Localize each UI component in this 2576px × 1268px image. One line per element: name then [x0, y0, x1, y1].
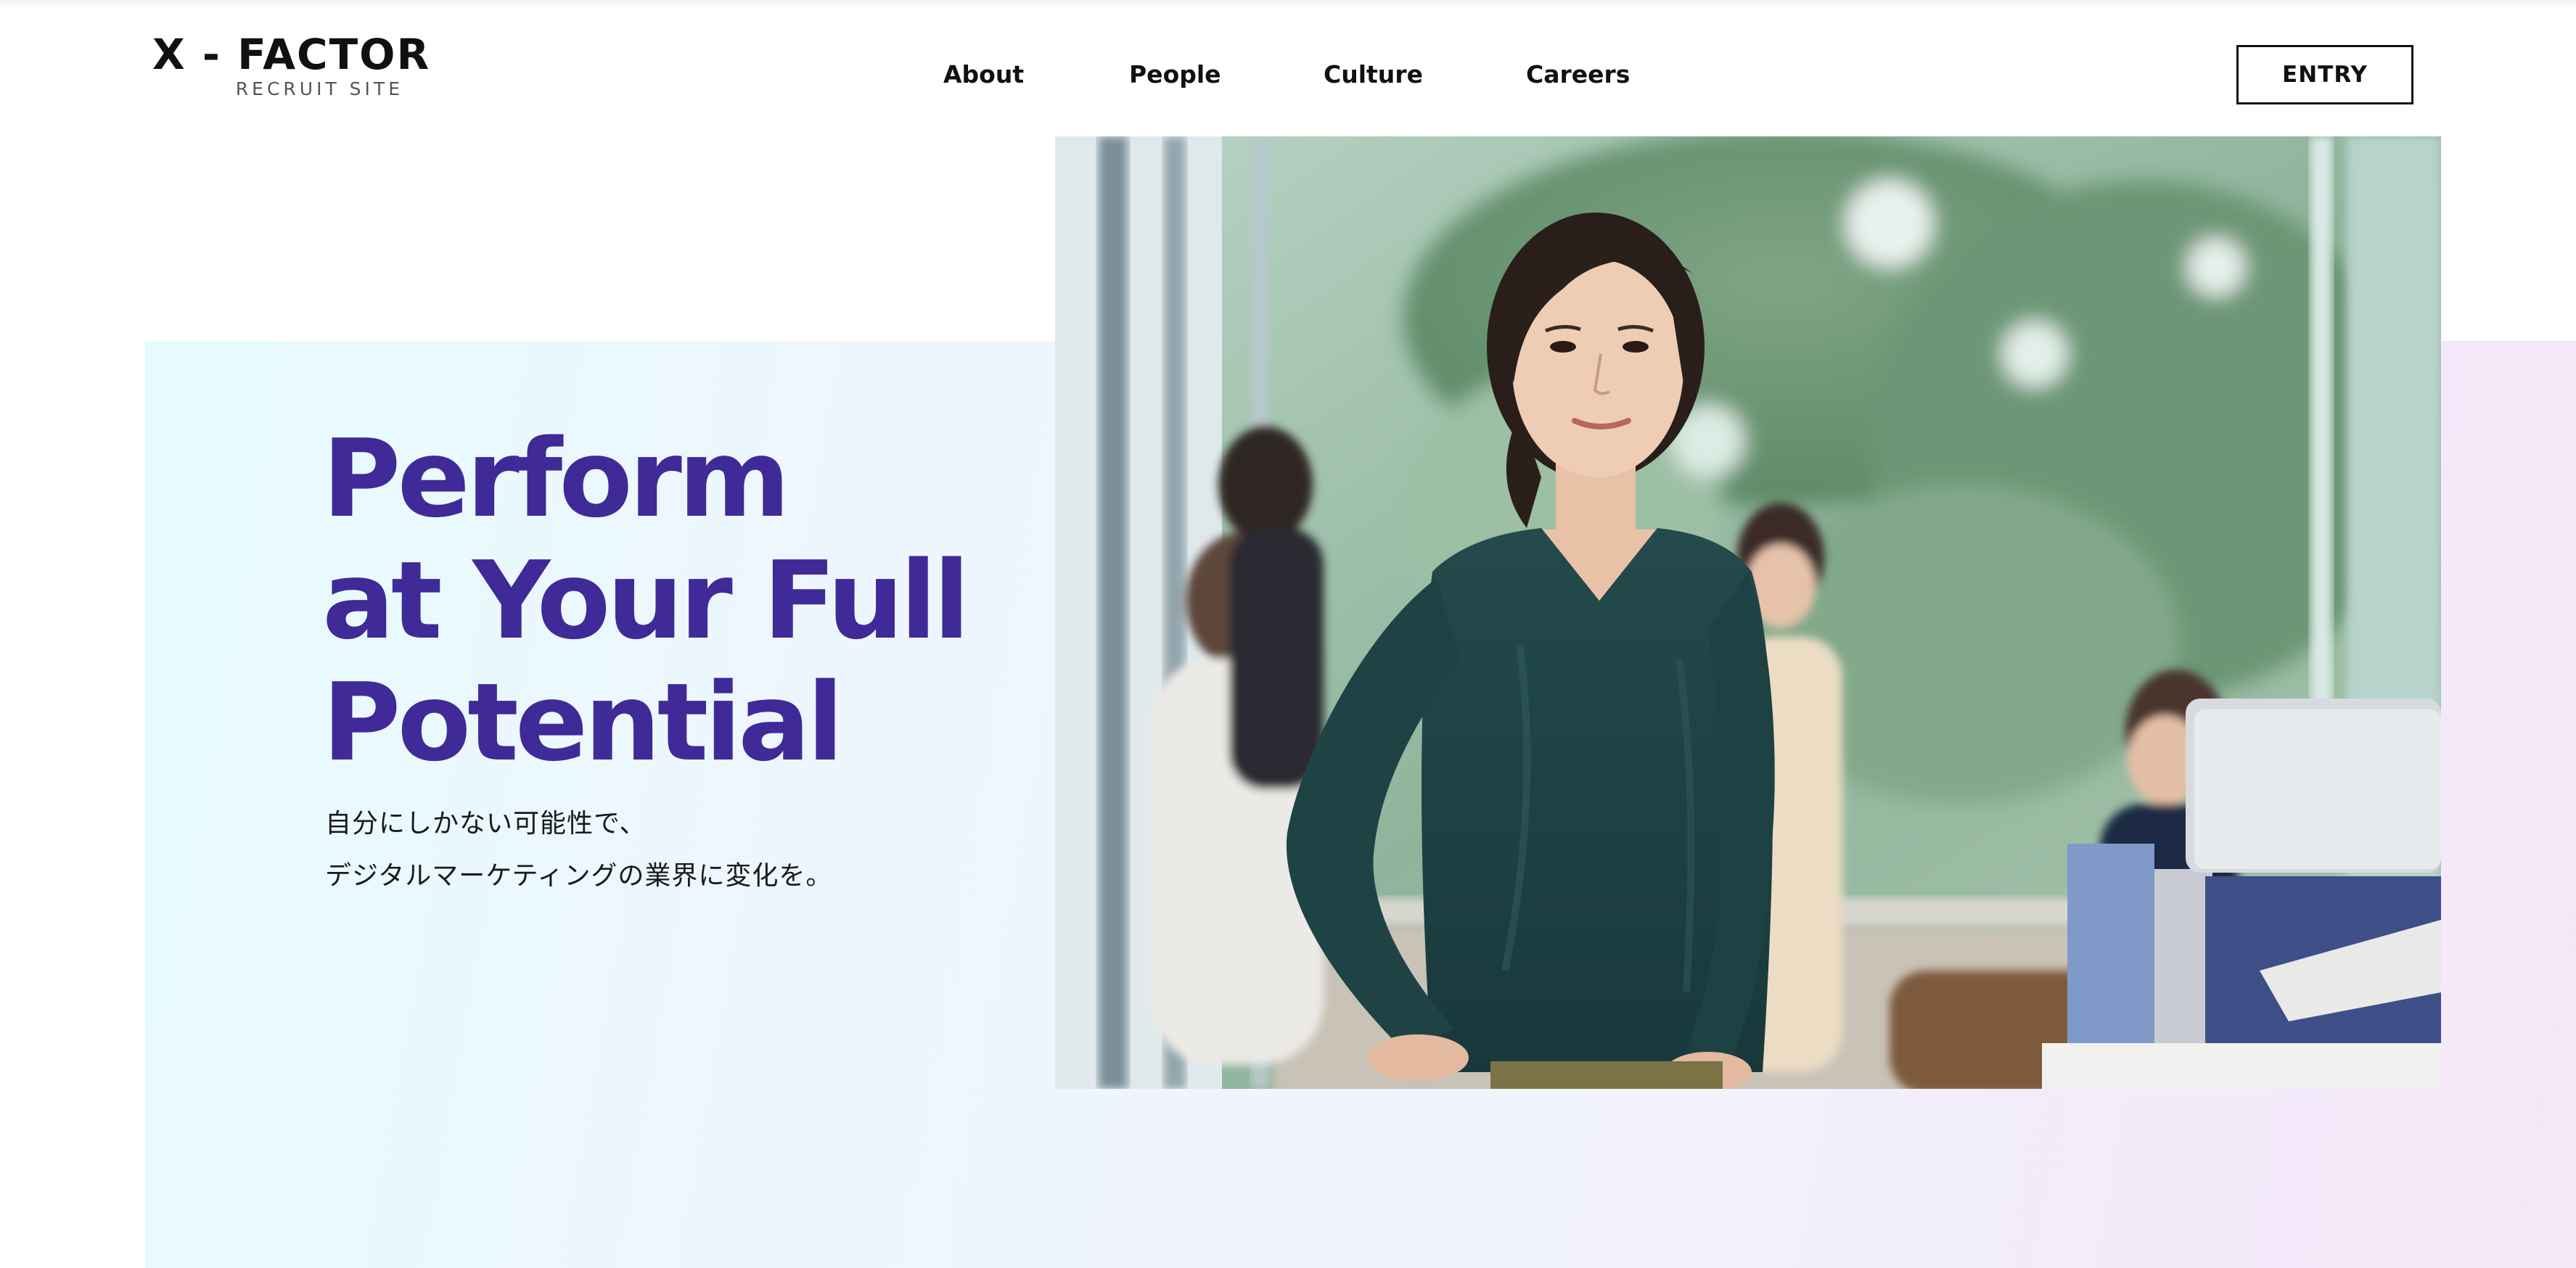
hero-photo-office-woman	[1055, 136, 2441, 1089]
headline-line-3: Potential	[322, 660, 844, 785]
subcopy-line-2: デジタルマーケティングの業界に変化を。	[325, 861, 833, 891]
recruit-landing-page: X - FACTOR RECRUIT SITE About People Cul…	[0, 0, 2576, 1268]
nav-item-people[interactable]: People	[1129, 58, 1221, 91]
hero-headline: Perform at Your Full Potential	[322, 418, 975, 783]
nav-item-careers[interactable]: Careers	[1526, 58, 1630, 91]
headline-line-2: at Your Full	[322, 538, 970, 663]
hero-subcopy: 自分にしかない可能性で、 デジタルマーケティングの業界に変化を。	[325, 798, 978, 902]
headline-line-1: Perform	[322, 416, 790, 541]
top-shadow-line	[0, 0, 2576, 9]
nav-item-culture[interactable]: Culture	[1324, 58, 1423, 91]
subcopy-line-1: 自分にしかない可能性で、	[325, 809, 647, 839]
entry-button[interactable]: ENTRY	[2236, 45, 2413, 104]
main-nav: About People Culture Careers	[0, 58, 2576, 91]
nav-item-about[interactable]: About	[943, 58, 1024, 91]
